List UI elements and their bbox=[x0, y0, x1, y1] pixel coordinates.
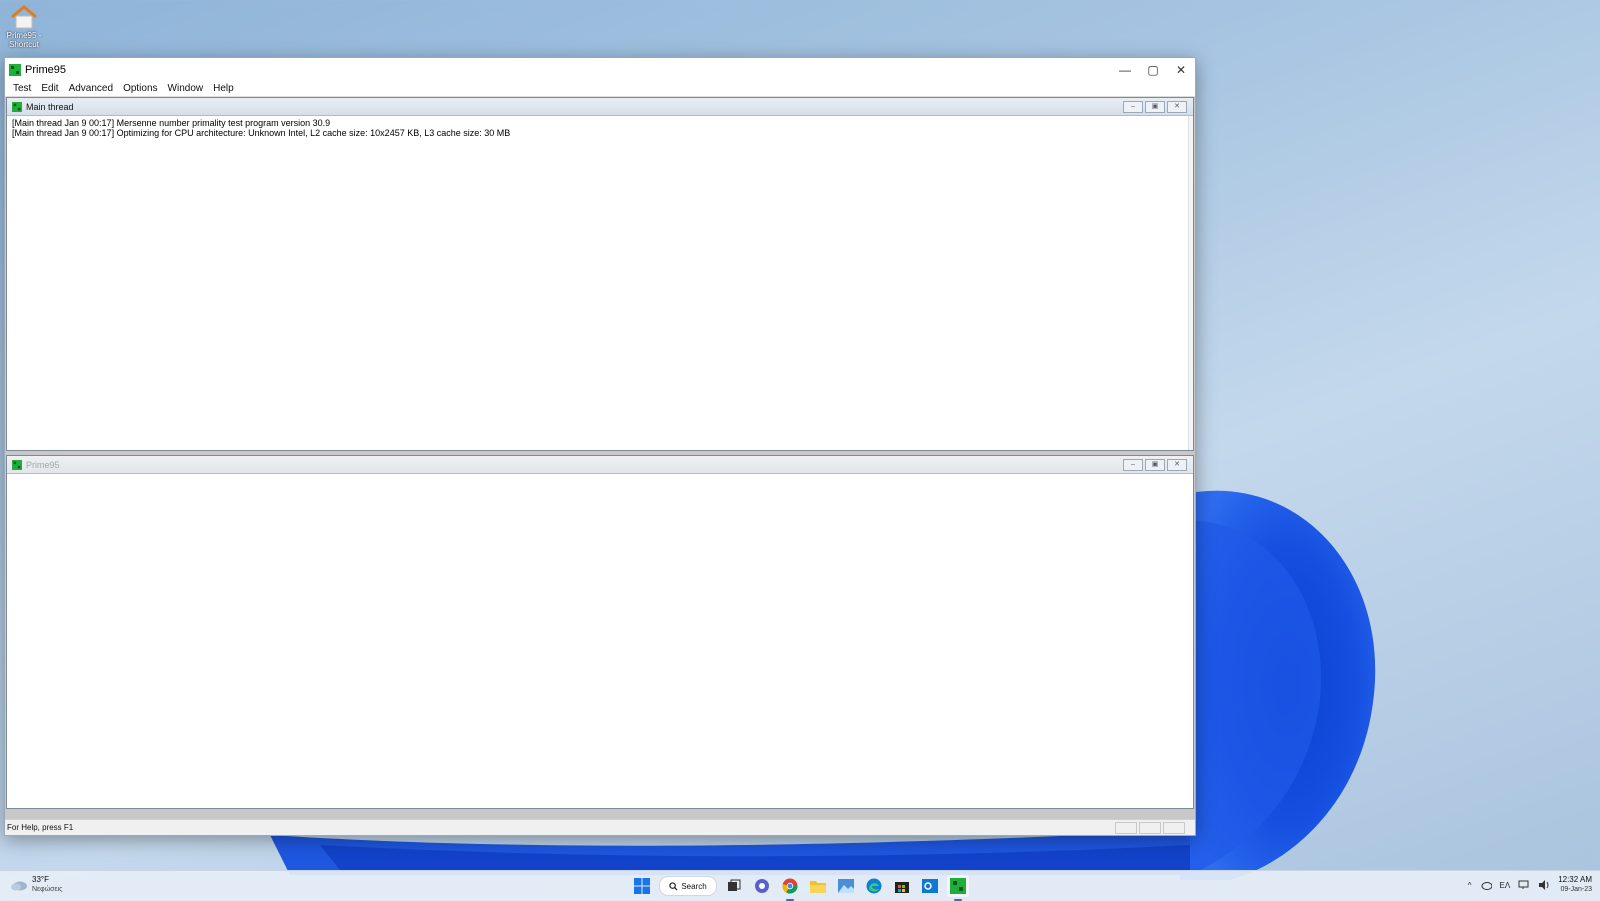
child-close-button[interactable]: ✕ bbox=[1167, 101, 1187, 113]
chat-icon bbox=[755, 879, 769, 893]
menu-help[interactable]: Help bbox=[208, 83, 239, 94]
outlook-button[interactable] bbox=[919, 875, 941, 897]
home-folder-icon bbox=[11, 5, 37, 29]
main-thread-titlebar[interactable]: Main thread – ▣ ✕ bbox=[7, 98, 1193, 116]
prime95-child-window[interactable]: Prime95 – ▣ ✕ bbox=[6, 455, 1194, 809]
language-indicator[interactable]: ΕΛ bbox=[1500, 881, 1511, 890]
prime95-child-titlebar[interactable]: Prime95 – ▣ ✕ bbox=[7, 456, 1193, 474]
clock-time: 12:32 AM bbox=[1558, 875, 1592, 884]
prime95-child-title: Prime95 bbox=[26, 459, 60, 470]
taskbar: 33°F Νεφώσεις Search ^ ΕΛ 12:32 AM 09-Ja… bbox=[0, 870, 1600, 901]
start-button[interactable] bbox=[631, 875, 653, 897]
edge-button[interactable] bbox=[863, 875, 885, 897]
menu-options[interactable]: Options bbox=[118, 83, 162, 94]
window-title: Prime95 bbox=[25, 63, 66, 76]
desktop-shortcut-prime95[interactable]: Prime95 - Shortcut bbox=[4, 4, 44, 49]
volume-icon[interactable] bbox=[1538, 880, 1550, 890]
task-view-icon bbox=[728, 879, 741, 891]
store-icon bbox=[895, 882, 909, 893]
chevron-up-icon[interactable]: ^ bbox=[1468, 881, 1472, 890]
minimize-button[interactable]: — bbox=[1111, 58, 1139, 81]
vertical-scrollbar[interactable] bbox=[1188, 116, 1193, 450]
child-close-button[interactable]: ✕ bbox=[1167, 459, 1187, 471]
cloud-icon bbox=[11, 881, 27, 891]
prime95-app-icon bbox=[950, 878, 966, 894]
menu-advanced[interactable]: Advanced bbox=[64, 83, 118, 94]
mdi-client-area: Main thread – ▣ ✕ [Main thread Jan 9 00:… bbox=[5, 97, 1195, 819]
status-bar: For Help, press F1 bbox=[5, 819, 1195, 835]
desktop-shortcut-label: Prime95 - Shortcut bbox=[6, 31, 42, 49]
prime95-child-icon bbox=[12, 101, 22, 112]
onedrive-icon[interactable] bbox=[1480, 881, 1492, 890]
photos-icon bbox=[838, 879, 854, 893]
main-thread-log[interactable]: [Main thread Jan 9 00:17] Mersenne numbe… bbox=[7, 116, 1193, 140]
main-thread-title: Main thread bbox=[26, 101, 74, 112]
windows-logo-icon bbox=[634, 878, 650, 894]
child-restore-button[interactable]: ▣ bbox=[1145, 459, 1165, 471]
chrome-icon bbox=[782, 878, 798, 894]
child-minimize-button[interactable]: – bbox=[1123, 459, 1143, 471]
mail-app-icon bbox=[922, 879, 938, 893]
title-bar[interactable]: Prime95 — ▢ ✕ bbox=[5, 58, 1195, 81]
photos-button[interactable] bbox=[835, 875, 857, 897]
folder-icon bbox=[810, 881, 826, 893]
menu-edit[interactable]: Edit bbox=[36, 83, 63, 94]
log-line: [Main thread Jan 9 00:17] Optimizing for… bbox=[12, 128, 511, 138]
prime95-taskbar-button[interactable] bbox=[947, 875, 969, 901]
child-restore-button[interactable]: ▣ bbox=[1145, 101, 1165, 113]
store-button[interactable] bbox=[891, 875, 913, 897]
child-minimize-button[interactable]: – bbox=[1123, 101, 1143, 113]
status-panel bbox=[1139, 822, 1161, 834]
status-panel bbox=[1115, 822, 1137, 834]
clock-date: 09-Jan-23 bbox=[1560, 886, 1592, 893]
edge-icon bbox=[866, 878, 882, 894]
taskbar-search[interactable]: Search bbox=[659, 876, 717, 896]
status-panel bbox=[1163, 822, 1185, 834]
prime95-child-icon bbox=[12, 459, 22, 470]
menu-bar: Test Edit Advanced Options Window Help bbox=[5, 81, 1195, 97]
system-tray: ^ ΕΛ 12:32 AM 09-Jan-23 bbox=[1468, 875, 1592, 895]
maximize-button[interactable]: ▢ bbox=[1139, 58, 1167, 81]
network-icon[interactable] bbox=[1518, 880, 1530, 890]
prime95-child-log[interactable] bbox=[7, 474, 1193, 478]
weather-temp: 33°F bbox=[32, 875, 49, 884]
status-text: For Help, press F1 bbox=[7, 823, 74, 832]
chrome-button[interactable] bbox=[779, 875, 801, 901]
task-view-button[interactable] bbox=[723, 875, 745, 897]
menu-window[interactable]: Window bbox=[163, 83, 209, 94]
menu-test[interactable]: Test bbox=[8, 83, 36, 94]
prime95-app-icon bbox=[9, 63, 21, 76]
chat-button[interactable] bbox=[751, 875, 773, 897]
main-thread-window[interactable]: Main thread – ▣ ✕ [Main thread Jan 9 00:… bbox=[6, 97, 1194, 451]
log-line: [Main thread Jan 9 00:17] Mersenne numbe… bbox=[12, 118, 331, 128]
search-label: Search bbox=[681, 881, 707, 891]
close-button[interactable]: ✕ bbox=[1167, 58, 1195, 81]
file-explorer-button[interactable] bbox=[807, 875, 829, 897]
prime95-window[interactable]: Prime95 — ▢ ✕ Test Edit Advanced Options… bbox=[4, 57, 1196, 836]
search-icon bbox=[669, 881, 678, 891]
weather-widget[interactable]: 33°F Νεφώσεις bbox=[10, 875, 63, 895]
clock[interactable]: 12:32 AM 09-Jan-23 bbox=[1558, 875, 1592, 895]
weather-desc: Νεφώσεις bbox=[32, 886, 63, 893]
